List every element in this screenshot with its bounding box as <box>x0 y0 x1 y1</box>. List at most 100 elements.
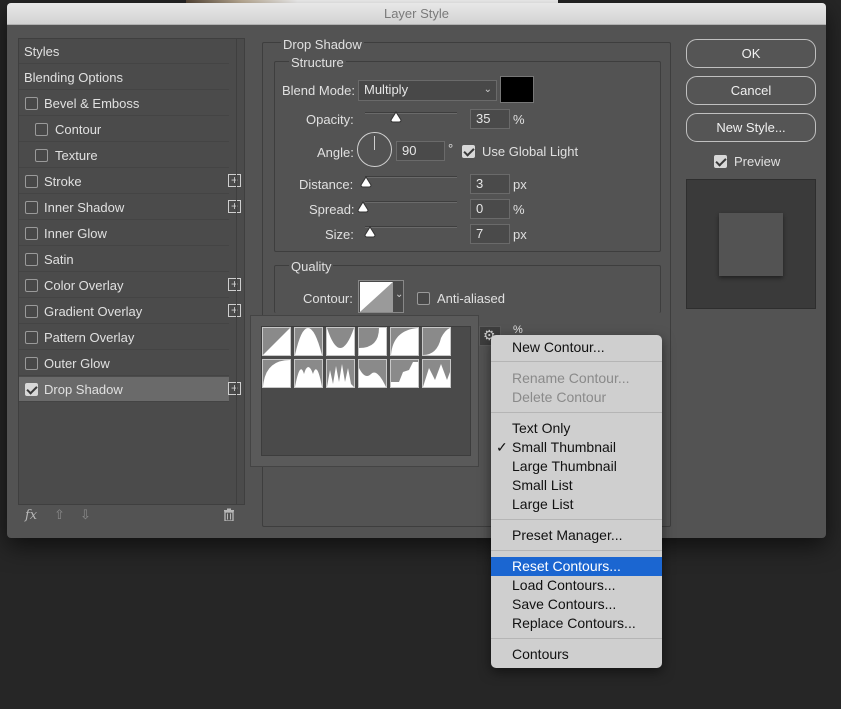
style-item-checkbox[interactable] <box>25 331 38 344</box>
menu-item-contours[interactable]: Contours <box>491 645 662 664</box>
contour-preset-rounded-steps[interactable] <box>390 359 419 388</box>
menu-item-text-only[interactable]: Text Only <box>491 419 662 438</box>
anti-aliased-checkbox[interactable] <box>417 292 430 305</box>
contour-preset-linear[interactable] <box>262 327 291 356</box>
contour-preset-gaussian[interactable] <box>422 327 451 356</box>
styles-list: Styles Blending Options Bevel & Emboss Cont… <box>18 38 245 505</box>
trash-icon[interactable] <box>223 508 235 522</box>
style-item-outer-glow[interactable]: Outer Glow <box>19 351 229 376</box>
blend-mode-label: Blend Mode: <box>282 83 355 98</box>
shadow-color-swatch[interactable] <box>500 76 534 103</box>
style-item-checkbox[interactable] <box>25 227 38 240</box>
spread-input[interactable]: 0 <box>470 199 510 219</box>
ok-button[interactable]: OK <box>686 39 816 68</box>
distance-unit: px <box>513 177 527 192</box>
menu-item-large-thumbnail[interactable]: Large Thumbnail <box>491 457 662 476</box>
contour-preset-cone[interactable] <box>294 327 323 356</box>
menu-item-new-contour[interactable]: New Contour... <box>491 338 662 357</box>
preset-grid-scrollbar[interactable] <box>470 326 471 456</box>
contour-thumbnail-icon <box>263 360 290 387</box>
style-item-contour[interactable]: Contour <box>19 117 229 142</box>
style-item-satin[interactable]: Satin <box>19 247 229 272</box>
contour-preset-half-round[interactable] <box>262 359 291 388</box>
spread-label: Spread: <box>309 202 355 217</box>
fx-icon[interactable]: fx <box>25 508 37 523</box>
style-item-checkbox[interactable] <box>25 357 38 370</box>
checkmark-icon: ✓ <box>496 439 508 455</box>
size-slider[interactable] <box>365 226 457 228</box>
distance-slider[interactable] <box>365 176 457 178</box>
opacity-input[interactable]: 35 <box>470 109 510 129</box>
style-item-blending-options[interactable]: Blending Options <box>19 65 229 90</box>
chevron-down-icon[interactable]: ⌄ <box>395 289 403 300</box>
menu-item-label: Save Contours... <box>512 596 617 612</box>
style-item-checkbox[interactable] <box>35 149 48 162</box>
styles-list-scrollbar[interactable] <box>236 38 246 505</box>
window-title: Layer Style <box>7 3 826 25</box>
menu-item-large-list[interactable]: Large List <box>491 495 662 514</box>
style-item-checkbox[interactable] <box>25 383 38 396</box>
style-item-label: Inner Shadow <box>44 200 125 215</box>
style-item-stroke[interactable]: Stroke + <box>19 169 241 194</box>
style-item-label: Blending Options <box>24 70 124 85</box>
menu-item-label: Contours <box>512 646 569 662</box>
style-item-checkbox[interactable] <box>35 123 48 136</box>
opacity-slider-thumb[interactable] <box>390 111 402 126</box>
contour-label: Contour: <box>303 291 353 306</box>
size-input[interactable]: 7 <box>470 224 510 244</box>
menu-item-small-list[interactable]: Small List <box>491 476 662 495</box>
spread-slider[interactable] <box>365 201 457 203</box>
style-item-label: Texture <box>55 148 98 163</box>
distance-slider-thumb[interactable] <box>360 176 372 191</box>
contour-preset-ring[interactable] <box>294 359 323 388</box>
menu-item-small-thumbnail[interactable]: ✓ Small Thumbnail <box>491 438 662 457</box>
contour-picker[interactable]: ⌄ <box>358 280 404 313</box>
style-item-checkbox[interactable] <box>25 201 38 214</box>
style-item-checkbox[interactable] <box>25 97 38 110</box>
menu-item-preset-manager[interactable]: Preset Manager... <box>491 526 662 545</box>
contour-preset-ring-double[interactable] <box>326 359 355 388</box>
style-item-styles[interactable]: Styles <box>19 39 229 64</box>
angle-dial[interactable] <box>357 132 392 167</box>
style-item-bevel-emboss[interactable]: Bevel & Emboss <box>19 91 229 116</box>
spread-slider-thumb[interactable] <box>357 201 369 216</box>
style-item-checkbox[interactable] <box>25 305 38 318</box>
contour-preset-cone-inverted[interactable] <box>326 327 355 356</box>
new-style-button[interactable]: New Style... <box>686 113 816 142</box>
style-item-drop-shadow[interactable]: Drop Shadow + <box>19 377 241 402</box>
move-up-icon[interactable]: ⇧ <box>54 507 65 523</box>
move-down-icon[interactable]: ⇩ <box>80 507 91 523</box>
angle-input[interactable]: 90 <box>396 141 445 161</box>
contour-preset-cove-shallow[interactable] <box>390 327 419 356</box>
blend-mode-select[interactable]: Multiply ⌄ <box>358 80 497 101</box>
contour-preset-rolling-slope-descending[interactable] <box>358 359 387 388</box>
style-item-inner-glow[interactable]: Inner Glow <box>19 221 229 246</box>
menu-item-label: Small Thumbnail <box>512 439 617 455</box>
contour-preset-cove-deep[interactable] <box>358 327 387 356</box>
preview-checkbox[interactable] <box>714 155 727 168</box>
style-item-color-overlay[interactable]: Color Overlay + <box>19 273 241 298</box>
menu-item-reset-contours[interactable]: Reset Contours... <box>491 557 662 576</box>
angle-label: Angle: <box>317 145 354 160</box>
distance-label: Distance: <box>299 177 354 192</box>
menu-item-save-contours[interactable]: Save Contours... <box>491 595 662 614</box>
style-item-gradient-overlay[interactable]: Gradient Overlay + <box>19 299 241 324</box>
style-item-checkbox[interactable] <box>25 279 38 292</box>
menu-item-replace-contours[interactable]: Replace Contours... <box>491 614 662 633</box>
cancel-button[interactable]: Cancel <box>686 76 816 105</box>
style-item-texture[interactable]: Texture <box>19 143 229 168</box>
menu-separator <box>491 361 662 362</box>
opacity-slider[interactable] <box>365 112 457 114</box>
size-slider-thumb[interactable] <box>364 226 376 241</box>
contour-preset-sawtooth-1[interactable] <box>422 359 451 388</box>
structure-title: Structure <box>289 55 346 70</box>
style-item-checkbox[interactable] <box>25 253 38 266</box>
menu-separator <box>491 412 662 413</box>
style-item-checkbox[interactable] <box>25 175 38 188</box>
menu-item-load-contours[interactable]: Load Contours... <box>491 576 662 595</box>
distance-input[interactable]: 3 <box>470 174 510 194</box>
global-light-checkbox[interactable] <box>462 145 475 158</box>
preview-label: Preview <box>734 154 781 169</box>
style-item-pattern-overlay[interactable]: Pattern Overlay <box>19 325 229 350</box>
style-item-inner-shadow[interactable]: Inner Shadow + <box>19 195 241 220</box>
